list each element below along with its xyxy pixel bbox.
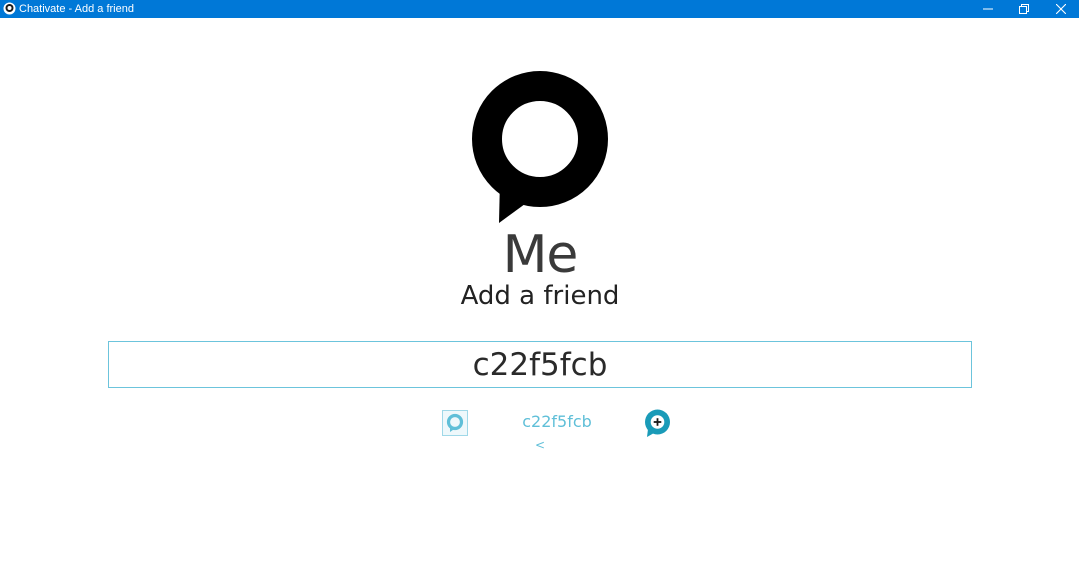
add-chat-icon[interactable] xyxy=(644,409,671,438)
app-window: Chativate - Add a friend Me Add a friend xyxy=(0,0,1079,573)
friend-id-input[interactable] xyxy=(108,341,972,388)
minimize-icon xyxy=(983,8,993,10)
minimize-button[interactable] xyxy=(970,0,1006,18)
title-bar[interactable]: Chativate - Add a friend xyxy=(0,0,1079,18)
user-name: Me xyxy=(502,225,579,285)
window-title: Chativate - Add a friend xyxy=(19,3,134,15)
page-subtitle: Add a friend xyxy=(460,281,620,311)
chat-bubble-icon xyxy=(446,413,464,432)
restore-icon xyxy=(1019,4,1029,14)
close-icon xyxy=(1056,4,1066,14)
chat-bubble-logo xyxy=(472,71,608,223)
chativate-app-icon xyxy=(3,2,16,15)
restore-button[interactable] xyxy=(1006,0,1042,18)
close-button[interactable] xyxy=(1043,0,1079,18)
friend-id-label: c22f5fcb xyxy=(522,412,592,431)
friend-avatar[interactable] xyxy=(442,410,468,436)
back-arrow-link[interactable]: < xyxy=(532,437,548,453)
